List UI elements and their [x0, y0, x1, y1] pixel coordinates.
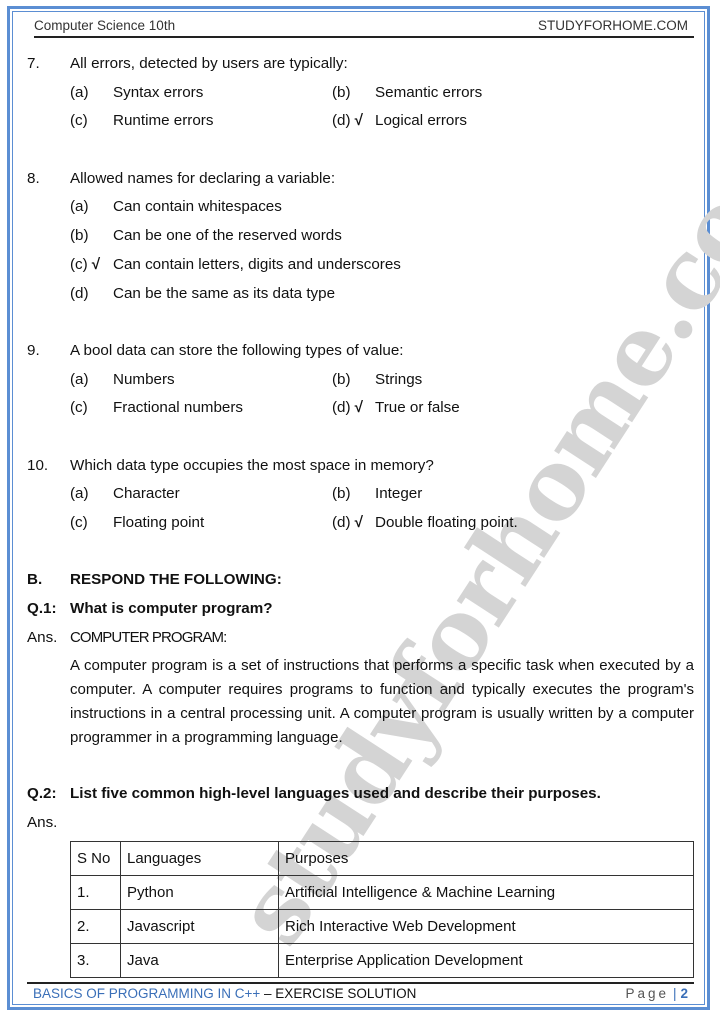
answer-label: Ans. [27, 814, 58, 832]
section-title: RESPOND THE FOLLOWING: [70, 571, 282, 589]
option-text: Semantic errors [375, 83, 483, 101]
question-text: What is computer program? [70, 600, 273, 618]
correct-tick-icon: √ [354, 112, 363, 130]
page-header: Computer Science 10th STUDYFORHOME.COM [34, 16, 694, 38]
option-label: (a) [70, 198, 89, 216]
page-number: 2 [680, 986, 688, 1001]
option-label: (b) [332, 83, 351, 101]
section-heading: B. RESPOND THE FOLLOWING: [27, 566, 697, 595]
option-text: Floating point [113, 514, 205, 531]
table-cell: Rich Interactive Web Development [278, 909, 694, 944]
languages-table: S No Languages Purposes 1. Python Artifi… [70, 841, 694, 978]
question-text: A bool data can store the following type… [70, 341, 404, 359]
option-label: (a) [70, 485, 89, 503]
option-label: (d) [70, 284, 89, 302]
footer-title: BASICS OF PROGRAMMING IN C++ – EXERCISE … [33, 986, 416, 1001]
table-cell: Artificial Intelligence & Machine Learni… [278, 875, 694, 910]
option-text-correct: True or false [375, 399, 460, 417]
option-text: Runtime errors [113, 112, 214, 130]
table-cell: 1. [70, 875, 121, 910]
footer-subtitle: – EXERCISE SOLUTION [260, 986, 417, 1001]
option-text: Can be one of the reserved words [113, 227, 342, 245]
table-cell: Javascript [120, 909, 279, 944]
question-number: 9. [27, 341, 40, 359]
question-text: Which data type occupies the most space … [70, 456, 434, 474]
option-label: (c) [70, 514, 88, 531]
question-number: 7. [27, 55, 40, 72]
option-label: (b) [332, 370, 351, 388]
section-label: B. [27, 571, 43, 589]
option-label-correct: (d) √ [332, 514, 363, 531]
mcq-question: 9. A bool data can store the following t… [27, 337, 697, 423]
option-text: Strings [375, 370, 423, 388]
option-label: (a) [70, 370, 89, 388]
header-subject: Computer Science 10th [34, 18, 176, 33]
table-header-cell: Languages [120, 841, 279, 876]
option-label: (b) [70, 227, 89, 245]
page-label: Page [625, 986, 669, 1001]
option-text-correct: Logical errors [375, 112, 468, 130]
option-text: Numbers [113, 370, 175, 388]
question-text: Allowed names for declaring a variable: [70, 169, 336, 187]
correct-tick-icon: √ [354, 399, 363, 417]
table-cell: 3. [70, 943, 121, 978]
page-number-block: Page | 2 [625, 986, 688, 1001]
answer-heading: Ans. [27, 809, 697, 838]
correct-tick-icon: √ [91, 255, 101, 273]
correct-tick-icon: √ [354, 514, 363, 531]
mcq-question: 10. Which data type occupies the most sp… [27, 452, 697, 538]
page-footer: BASICS OF PROGRAMMING IN C++ – EXERCISE … [27, 982, 694, 1004]
table-cell: 2. [70, 909, 121, 944]
option-text: Syntax errors [113, 83, 204, 101]
option-text: Character [113, 485, 180, 503]
answer-heading: Ans. COMPUTER PROGRAM: [27, 624, 697, 653]
table-row: 1. Python Artificial Intelligence & Mach… [70, 875, 694, 910]
question-label: Q.2: [27, 785, 57, 803]
table-cell: Enterprise Application Development [278, 943, 694, 978]
question-text: All errors, detected by users are typica… [70, 55, 348, 72]
option-label-correct: (d) √ [332, 112, 363, 130]
question-text: List five common high-level languages us… [70, 785, 601, 803]
footer-chapter: BASICS OF PROGRAMMING IN C++ [33, 986, 261, 1001]
option-text: Can be the same as its data type [113, 284, 336, 302]
option-label: (b) [332, 485, 351, 503]
option-text-correct: Double floating point. [375, 514, 518, 531]
question-number: 10. [27, 456, 49, 474]
option-label: (a) [70, 83, 89, 101]
table-header-cell: Purposes [278, 841, 694, 876]
option-label: (c) [70, 112, 88, 130]
page-content: 7. All errors, detected by users are typ… [27, 50, 697, 838]
table-row: 2. Javascript Rich Interactive Web Devel… [70, 909, 694, 944]
short-question: Q.1: What is computer program? [27, 595, 697, 624]
table-header-cell: S No [70, 841, 121, 876]
option-label: (c) [70, 399, 88, 417]
option-text-correct: Can contain letters, digits and undersco… [113, 255, 401, 273]
table-cell: Python [120, 875, 279, 910]
answer-label: Ans. [27, 628, 58, 646]
option-text: Can contain whitespaces [113, 198, 282, 216]
table-cell: Java [120, 943, 279, 978]
table-row: 3. Java Enterprise Application Developme… [70, 943, 694, 978]
header-site: STUDYFORHOME.COM [538, 18, 688, 33]
mcq-question: 7. All errors, detected by users are typ… [27, 50, 697, 136]
question-label: Q.1: [27, 600, 57, 618]
option-label-correct: (d) √ [332, 399, 363, 417]
table-header-row: S No Languages Purposes [70, 841, 694, 876]
question-number: 8. [27, 169, 40, 187]
option-label-correct: (c) √ [70, 255, 101, 273]
page-separator: | [672, 986, 677, 1001]
answer-paragraph: A computer program is a set of instructi… [70, 657, 694, 747]
option-text: Integer [375, 485, 423, 503]
answer-title: COMPUTER PROGRAM: [70, 628, 227, 646]
short-question: Q.2: List five common high-level languag… [27, 780, 697, 809]
mcq-question: 8. Allowed names for declaring a variabl… [27, 165, 697, 308]
option-text: Fractional numbers [113, 399, 243, 417]
